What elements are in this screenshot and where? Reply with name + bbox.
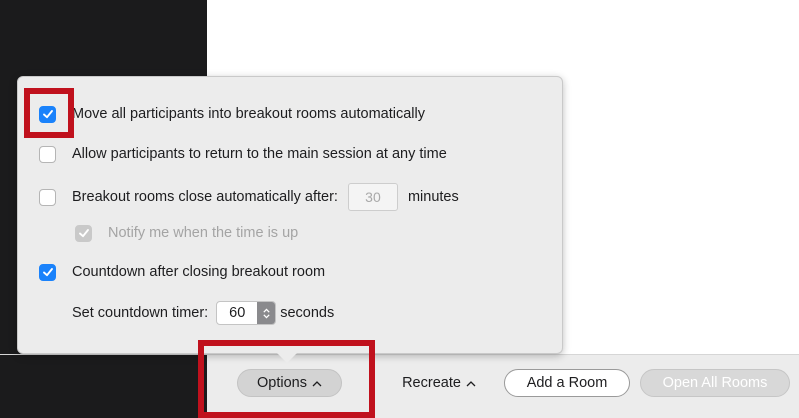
allow-return-checkbox[interactable] <box>39 145 56 163</box>
countdown-timer-label: Set countdown timer: <box>72 305 209 321</box>
toolbar-dark-edge <box>0 355 207 418</box>
check-icon <box>42 110 53 119</box>
chevron-up-icon <box>466 380 476 387</box>
auto-close-label: Breakout rooms close automatically after… <box>72 189 338 205</box>
check-icon <box>78 229 89 238</box>
minutes-unit-label: minutes <box>407 189 459 205</box>
chevron-up-icon <box>312 380 322 387</box>
add-room-button-label: Add a Room <box>526 375 608 391</box>
option-move-participants[interactable]: Move all participants into breakout room… <box>39 103 425 125</box>
option-notify-time-up: Notify me when the time is up <box>75 222 298 244</box>
notify-time-up-checkbox <box>75 224 92 242</box>
countdown-timer-stepper[interactable]: 60 <box>216 301 277 325</box>
notify-time-up-label: Notify me when the time is up <box>108 225 299 241</box>
countdown-timer-unit: seconds <box>280 305 335 321</box>
recreate-button[interactable]: Recreate <box>383 369 495 397</box>
countdown-timer-value[interactable]: 60 <box>217 302 257 324</box>
options-button-label: Options <box>257 375 307 391</box>
breakout-options-popover: Move all participants into breakout room… <box>17 76 563 354</box>
popover-pointer <box>276 352 298 363</box>
options-button[interactable]: Options <box>237 369 342 397</box>
recreate-button-label: Recreate <box>402 375 461 391</box>
auto-close-checkbox[interactable] <box>39 188 56 206</box>
open-all-rooms-button[interactable]: Open All Rooms <box>640 369 790 397</box>
move-participants-label: Move all participants into breakout room… <box>72 106 425 122</box>
option-auto-close[interactable]: Breakout rooms close automatically after… <box>39 182 459 212</box>
countdown-checkbox[interactable] <box>39 263 56 281</box>
open-all-rooms-button-label: Open All Rooms <box>662 375 768 391</box>
allow-return-label: Allow participants to return to the main… <box>72 146 447 162</box>
move-participants-checkbox[interactable] <box>39 105 56 123</box>
minutes-input[interactable]: 30 <box>347 183 398 211</box>
option-allow-return[interactable]: Allow participants to return to the main… <box>39 143 447 165</box>
check-icon <box>42 268 53 277</box>
countdown-label: Countdown after closing breakout room <box>72 264 326 280</box>
countdown-timer-row: Set countdown timer: 60 seconds <box>72 300 334 326</box>
up-down-arrows-icon[interactable] <box>257 302 276 324</box>
option-countdown[interactable]: Countdown after closing breakout room <box>39 261 325 283</box>
add-room-button[interactable]: Add a Room <box>504 369 630 397</box>
